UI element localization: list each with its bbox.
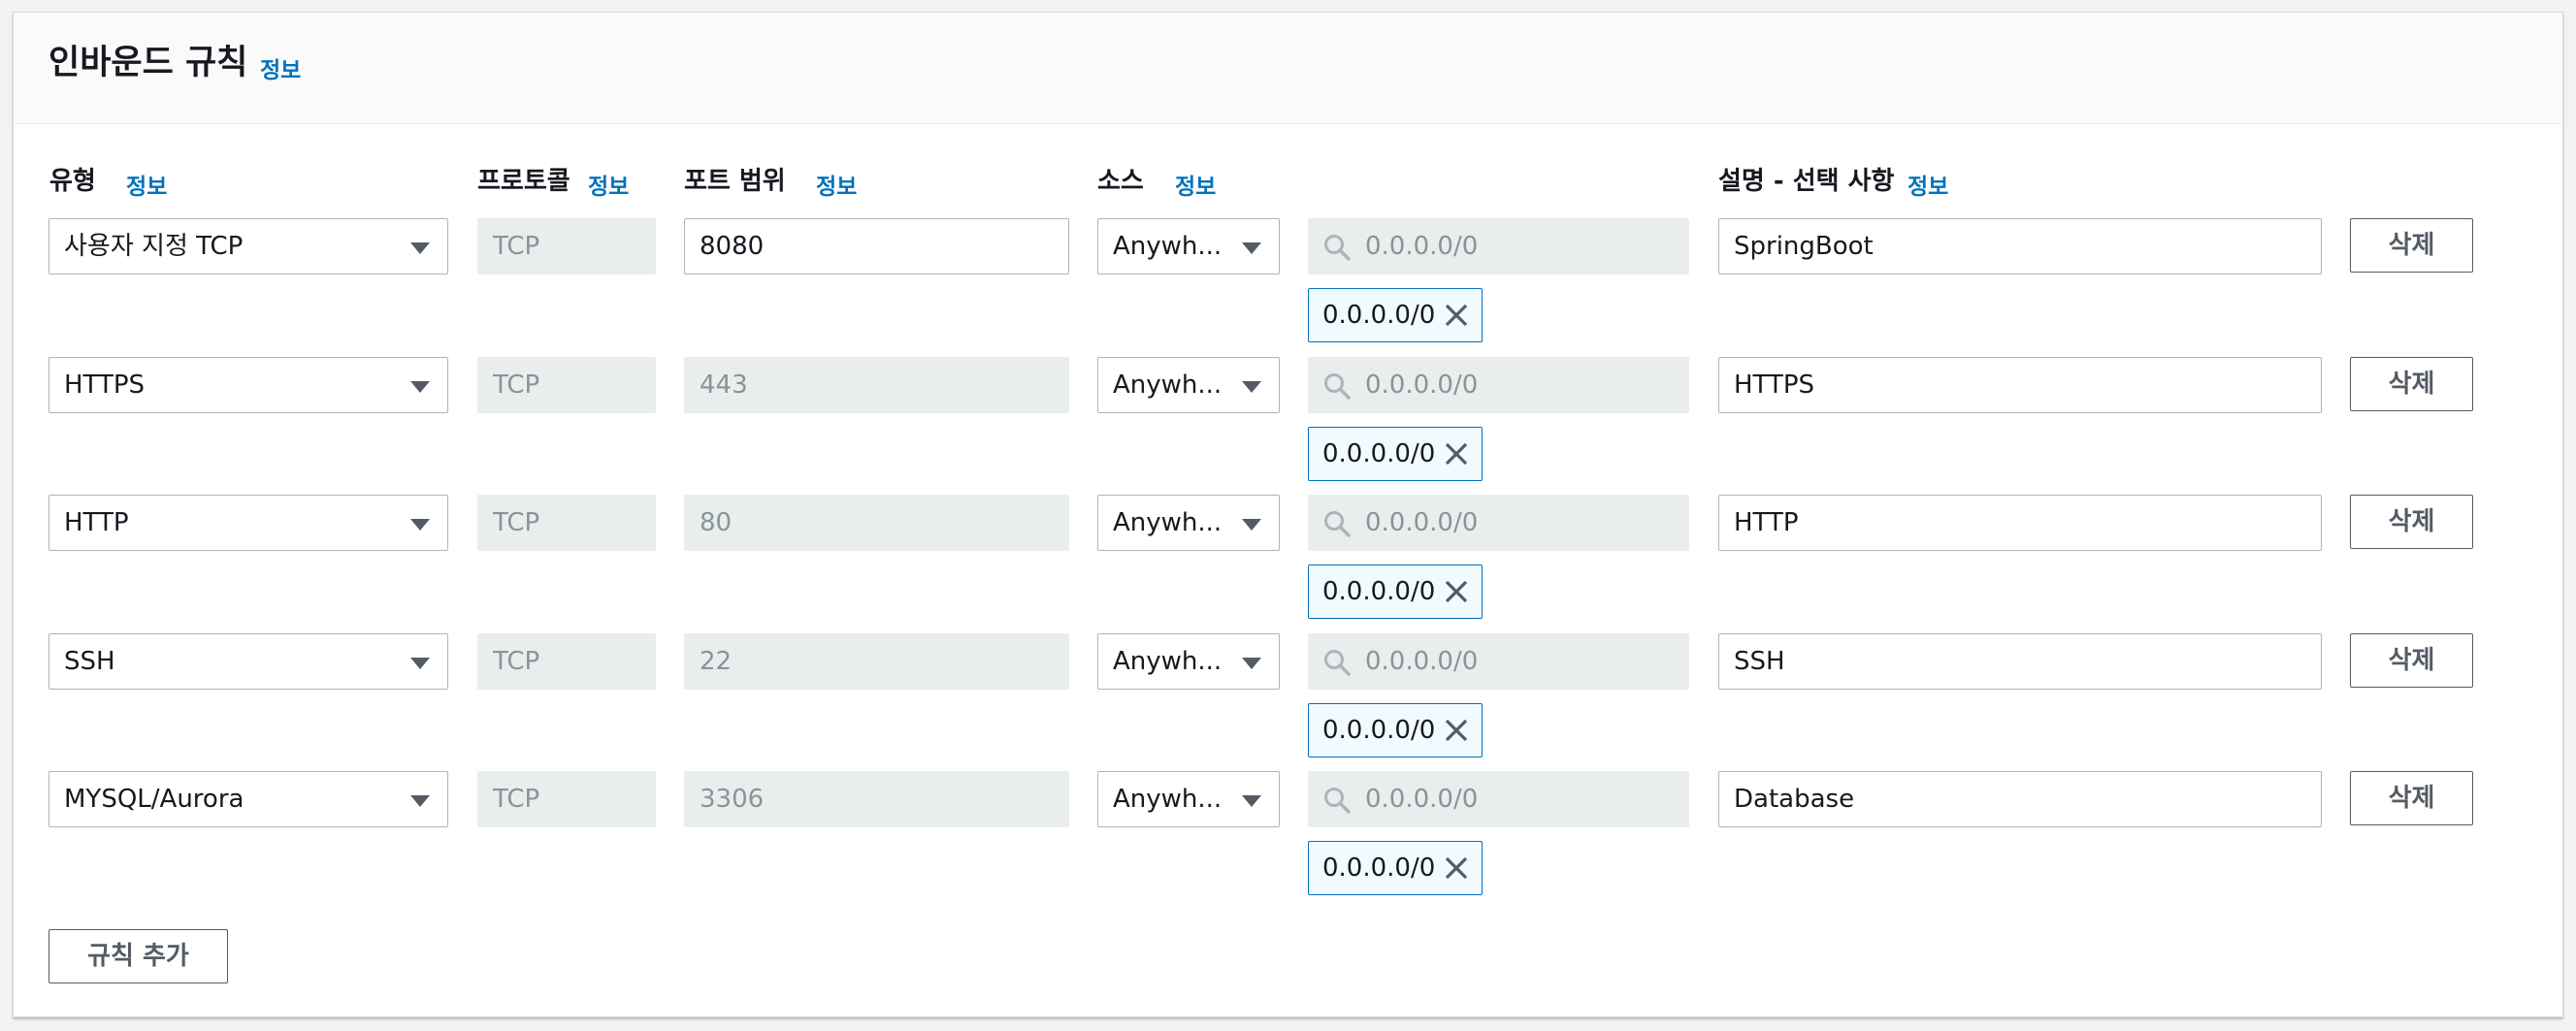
type-info-link[interactable]: 정보 (126, 168, 167, 201)
type-select-value: 사용자 지정 TCP (64, 232, 244, 261)
column-header-type: 유형 (49, 167, 96, 196)
panel-title: 인바운드 규칙 (49, 44, 248, 82)
source-select[interactable]: Anywh... (1097, 357, 1280, 413)
column-header-source: 소스 (1097, 167, 1144, 196)
cidr-token-label: 0.0.0.0/0 (1322, 854, 1436, 883)
port-range-input: 443 (684, 357, 1069, 413)
caret-down-icon (410, 658, 430, 669)
title-info-link[interactable]: 정보 (260, 51, 301, 84)
type-select-value: HTTPS (64, 371, 146, 400)
panel-header: 인바운드 규칙 정보 (14, 13, 2562, 124)
delete-button[interactable]: 삭제 (2350, 495, 2473, 549)
source-select[interactable]: Anywh... (1097, 218, 1280, 274)
type-select[interactable]: HTTPS (49, 357, 448, 413)
caret-down-icon (410, 519, 430, 531)
close-icon[interactable] (1443, 717, 1470, 744)
cidr-search-input[interactable]: 0.0.0.0/0 (1308, 357, 1689, 413)
cidr-placeholder: 0.0.0.0/0 (1365, 371, 1479, 400)
description-input[interactable]: SSH (1718, 633, 2322, 690)
cidr-search-input[interactable]: 0.0.0.0/0 (1308, 633, 1689, 690)
delete-button[interactable]: 삭제 (2350, 633, 2473, 688)
type-select[interactable]: MYSQL/Aurora (49, 771, 448, 827)
inbound-rules-panel: 인바운드 규칙 정보 유형 정보 프로토콜 정보 포트 범위 정보 소스 정보 … (13, 12, 2563, 1017)
protocol-info-link[interactable]: 정보 (588, 168, 629, 201)
close-icon[interactable] (1443, 578, 1470, 605)
port-range-info-link[interactable]: 정보 (816, 168, 857, 201)
caret-down-icon (410, 381, 430, 393)
type-select[interactable]: 사용자 지정 TCP (49, 218, 448, 274)
add-rule-button[interactable]: 규칙 추가 (49, 929, 228, 983)
close-icon[interactable] (1443, 302, 1470, 329)
port-range-input: 80 (684, 495, 1069, 551)
protocol-field: TCP (477, 495, 656, 551)
search-icon (1324, 373, 1351, 400)
source-select[interactable]: Anywh... (1097, 495, 1280, 551)
caret-down-icon (410, 795, 430, 807)
caret-down-icon (1242, 242, 1261, 254)
caret-down-icon (1242, 381, 1261, 393)
description-input[interactable]: Database (1718, 771, 2322, 827)
caret-down-icon (1242, 519, 1261, 531)
description-input[interactable]: SpringBoot (1718, 218, 2322, 274)
protocol-field: TCP (477, 633, 656, 690)
cidr-token: 0.0.0.0/0 (1308, 703, 1483, 757)
cidr-placeholder: 0.0.0.0/0 (1365, 232, 1479, 261)
protocol-field: TCP (477, 218, 656, 274)
protocol-field: TCP (477, 771, 656, 827)
column-header-description: 설명 - 선택 사항 (1718, 167, 1895, 196)
cidr-search-input[interactable]: 0.0.0.0/0 (1308, 495, 1689, 551)
source-select[interactable]: Anywh... (1097, 771, 1280, 827)
cidr-placeholder: 0.0.0.0/0 (1365, 508, 1479, 537)
search-icon (1324, 650, 1351, 676)
source-select[interactable]: Anywh... (1097, 633, 1280, 690)
port-range-input: 3306 (684, 771, 1069, 827)
cidr-search-input[interactable]: 0.0.0.0/0 (1308, 218, 1689, 274)
source-select-value: Anywh... (1113, 647, 1223, 676)
delete-button[interactable]: 삭제 (2350, 218, 2473, 273)
description-input[interactable]: HTTPS (1718, 357, 2322, 413)
description-info-link[interactable]: 정보 (1908, 168, 1948, 201)
port-range-input: 22 (684, 633, 1069, 690)
caret-down-icon (1242, 795, 1261, 807)
type-select[interactable]: HTTP (49, 495, 448, 551)
search-icon (1324, 235, 1351, 261)
source-select-value: Anywh... (1113, 232, 1223, 261)
type-select-value: HTTP (64, 508, 129, 537)
cidr-token: 0.0.0.0/0 (1308, 427, 1483, 481)
close-icon[interactable] (1443, 854, 1470, 882)
cidr-search-input[interactable]: 0.0.0.0/0 (1308, 771, 1689, 827)
cidr-token-label: 0.0.0.0/0 (1322, 301, 1436, 330)
type-select-value: MYSQL/Aurora (64, 785, 245, 814)
cidr-token: 0.0.0.0/0 (1308, 288, 1483, 342)
type-select-value: SSH (64, 647, 115, 676)
type-select[interactable]: SSH (49, 633, 448, 690)
caret-down-icon (410, 242, 430, 254)
description-input[interactable]: HTTP (1718, 495, 2322, 551)
cidr-placeholder: 0.0.0.0/0 (1365, 647, 1479, 676)
source-select-value: Anywh... (1113, 508, 1223, 537)
cidr-token-label: 0.0.0.0/0 (1322, 716, 1436, 745)
cidr-token: 0.0.0.0/0 (1308, 564, 1483, 619)
search-icon (1324, 788, 1351, 814)
caret-down-icon (1242, 658, 1261, 669)
source-select-value: Anywh... (1113, 785, 1223, 814)
search-icon (1324, 511, 1351, 537)
cidr-token-label: 0.0.0.0/0 (1322, 577, 1436, 606)
delete-button[interactable]: 삭제 (2350, 357, 2473, 411)
column-header-port-range: 포트 범위 (684, 167, 786, 196)
port-range-input[interactable]: 8080 (684, 218, 1069, 274)
source-select-value: Anywh... (1113, 371, 1223, 400)
close-icon[interactable] (1443, 440, 1470, 467)
protocol-field: TCP (477, 357, 656, 413)
delete-button[interactable]: 삭제 (2350, 771, 2473, 825)
column-header-protocol: 프로토콜 (477, 167, 571, 196)
cidr-token: 0.0.0.0/0 (1308, 841, 1483, 895)
cidr-placeholder: 0.0.0.0/0 (1365, 785, 1479, 814)
cidr-token-label: 0.0.0.0/0 (1322, 439, 1436, 468)
source-info-link[interactable]: 정보 (1175, 168, 1216, 201)
